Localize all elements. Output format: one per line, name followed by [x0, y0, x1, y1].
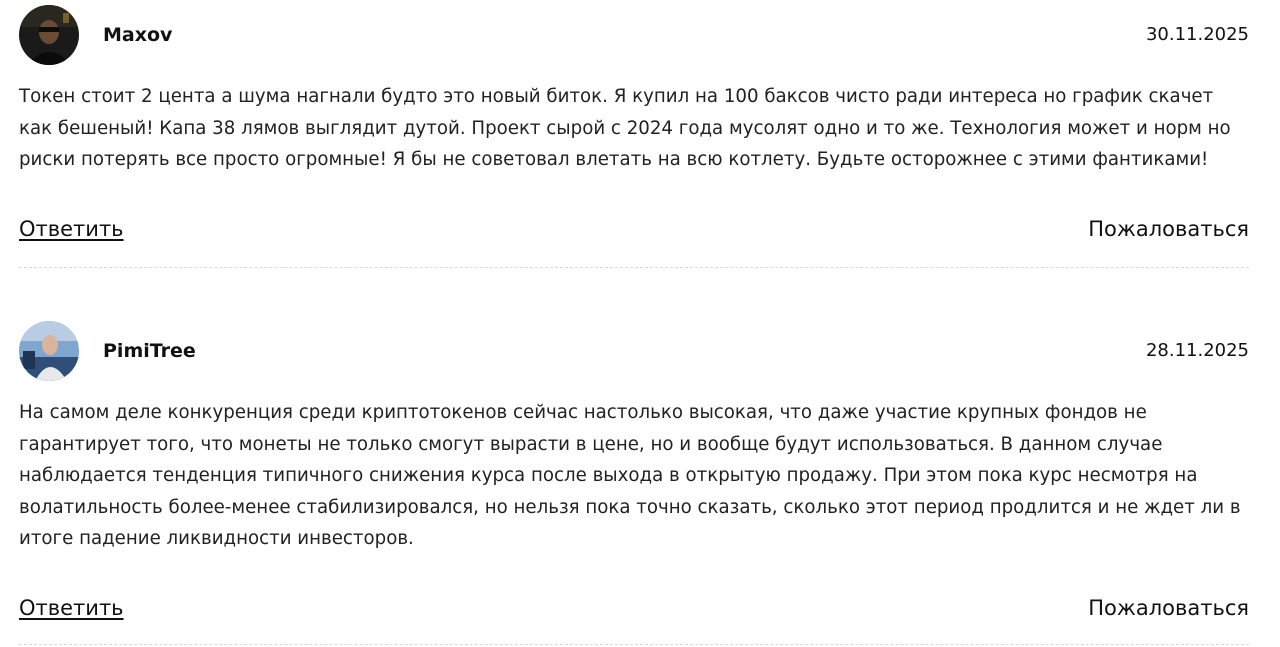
comment-item: PimiTree 28.11.2025 На самом деле конкур…: [19, 321, 1249, 645]
author-name: PimiTree: [103, 340, 196, 362]
user-photo-icon: [19, 5, 79, 65]
reply-link[interactable]: Ответить: [19, 593, 124, 623]
divider: [19, 644, 1249, 645]
avatar: [19, 5, 79, 65]
comment-item: Maxov 30.11.2025 Токен стоит 2 цента а ш…: [19, 5, 1249, 268]
report-link[interactable]: Пожаловаться: [1088, 214, 1249, 244]
divider: [19, 267, 1249, 268]
comment-text: На самом деле конкуренция среди криптото…: [19, 402, 1241, 549]
comment-actions: Ответить Пожаловаться: [19, 593, 1249, 623]
user-photo-icon: [19, 321, 79, 381]
comment-date: 30.11.2025: [1145, 24, 1249, 45]
comment-header: Maxov 30.11.2025: [19, 5, 1249, 65]
avatar: [19, 321, 79, 381]
comment-date: 28.11.2025: [1145, 340, 1249, 361]
comments-list: Maxov 30.11.2025 Токен стоит 2 цента а ш…: [0, 0, 1280, 647]
comment-actions: Ответить Пожаловаться: [19, 214, 1249, 244]
author-name: Maxov: [103, 24, 173, 46]
comment-header: PimiTree 28.11.2025: [19, 321, 1249, 381]
reply-link[interactable]: Ответить: [19, 214, 124, 244]
report-link[interactable]: Пожаловаться: [1088, 593, 1249, 623]
comment-text: Токен стоит 2 цента а шума нагнали будто…: [19, 86, 1231, 170]
